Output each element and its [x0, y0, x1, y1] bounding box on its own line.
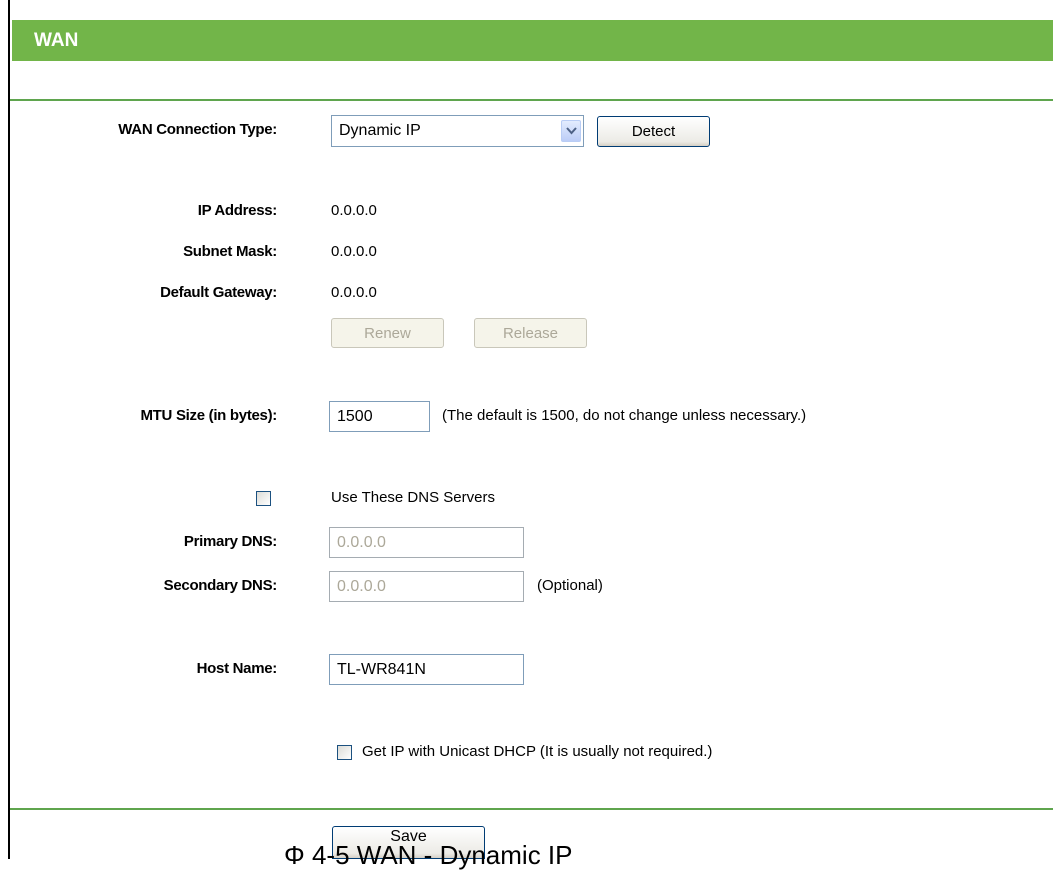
unicast-dhcp-checkbox[interactable]: [337, 745, 352, 760]
chevron-down-icon[interactable]: [561, 120, 581, 142]
subnet-mask-value: 0.0.0.0: [331, 243, 377, 260]
divider-bottom: [10, 808, 1053, 810]
use-dns-servers-label: Use These DNS Servers: [331, 489, 495, 506]
host-name-input[interactable]: [329, 654, 524, 685]
unicast-dhcp-label: Get IP with Unicast DHCP (It is usually …: [362, 743, 713, 760]
mtu-size-label: MTU Size (in bytes):: [140, 407, 277, 424]
section-title: WAN: [34, 30, 79, 51]
renew-button[interactable]: Renew: [331, 318, 444, 348]
host-name-label: Host Name:: [196, 660, 278, 677]
default-gateway-label: Default Gateway:: [160, 284, 277, 301]
mtu-size-input[interactable]: [329, 401, 430, 432]
wan-connection-type-label: WAN Connection Type:: [118, 121, 277, 138]
wan-connection-type-value: Dynamic IP: [339, 122, 421, 139]
detect-button[interactable]: Detect: [597, 116, 710, 147]
mtu-size-note: (The default is 1500, do not change unle…: [442, 407, 807, 424]
primary-dns-input[interactable]: [329, 527, 524, 558]
ip-address-value: 0.0.0.0: [331, 202, 377, 219]
divider-top: [10, 99, 1053, 101]
release-button[interactable]: Release: [474, 318, 587, 348]
use-dns-servers-checkbox[interactable]: [256, 491, 271, 506]
section-header: WAN: [12, 20, 1053, 61]
figure-caption: Φ 4-5 WAN - Dynamic IP: [284, 840, 573, 870]
secondary-dns-input[interactable]: [329, 571, 524, 602]
ip-address-label: IP Address:: [197, 202, 278, 219]
subnet-mask-label: Subnet Mask:: [183, 243, 277, 260]
optional-note: (Optional): [537, 577, 603, 594]
secondary-dns-label: Secondary DNS:: [163, 577, 278, 594]
default-gateway-value: 0.0.0.0: [331, 284, 377, 301]
wan-connection-type-select[interactable]: Dynamic IP: [331, 115, 584, 147]
primary-dns-label: Primary DNS:: [183, 533, 277, 550]
